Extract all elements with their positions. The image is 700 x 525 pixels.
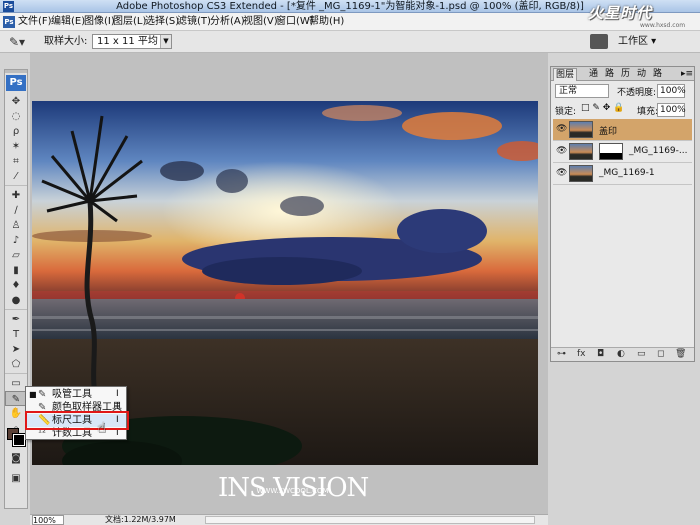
layers-footer: ⊶ fx ◘ ◐ ▭ ◻ 🗑 (551, 347, 694, 361)
mouse-cursor-icon: ☝ (97, 420, 106, 436)
menu-view[interactable]: 视图(V) (243, 15, 278, 29)
highlight-box (25, 411, 129, 430)
fill-input[interactable]: 100% (657, 103, 686, 117)
trash-icon[interactable]: 🗑 (675, 348, 686, 361)
tab-actions[interactable]: 动 (635, 68, 648, 81)
move-tool[interactable]: ✥ (5, 94, 27, 109)
lock-label: 锁定: (555, 107, 577, 117)
brush-tool[interactable]: ∕ (5, 203, 27, 218)
workspace-button[interactable]: 工作区 ▾ (618, 33, 660, 51)
fill-label: 填充: (637, 107, 659, 117)
layer-row[interactable]: 👁 _MG_1169-1 (553, 163, 692, 185)
stamp-tool[interactable]: ♙ (5, 218, 27, 233)
photo-caption-sub: WWW.SWCOOL.COM (256, 487, 329, 495)
eye-icon[interactable]: 👁 (556, 168, 567, 178)
layer-row[interactable]: 👁 盖印 (553, 119, 692, 141)
background-color-swatch[interactable] (12, 433, 26, 447)
mask-icon[interactable]: ◘ (597, 348, 604, 361)
menu-edit[interactable]: 编辑(E) (51, 15, 85, 29)
bridge-icon[interactable] (590, 34, 608, 49)
new-layer-icon[interactable]: ◻ (657, 348, 664, 361)
tab-paths[interactable]: 路 (603, 68, 616, 81)
eraser-tool[interactable]: ▱ (5, 248, 27, 263)
layer-mask-thumbnail[interactable] (599, 143, 623, 160)
slice-tool[interactable]: ⁄ (5, 169, 27, 184)
panel-menu-icon[interactable]: ▸≡ (679, 68, 695, 81)
screen-mode-icon[interactable]: ▣ (5, 471, 27, 486)
blend-mode-select[interactable]: 正常 (555, 84, 609, 98)
site-logo-subtext: www.hxsd.com (640, 22, 686, 29)
crop-tool[interactable]: ⌗ (5, 154, 27, 169)
eyedropper-tool[interactable]: ✎ (5, 391, 27, 406)
flyout-item-label: 吸管工具 (52, 389, 92, 400)
tab-history[interactable]: 历 (619, 68, 632, 81)
tab-layers[interactable]: 图层 (553, 68, 578, 81)
status-bar: 100% 文档:1.22M/3.97M (30, 514, 548, 525)
eye-icon[interactable]: 👁 (556, 146, 567, 156)
layer-thumbnail (569, 143, 593, 160)
link-icon[interactable]: ⊶ (557, 348, 566, 361)
panel-tabs: 图层 通 路 历 动 路 ▸≡ (551, 67, 694, 81)
menu-file[interactable]: 文件(F) (18, 15, 52, 29)
tab-paths-2[interactable]: 路 (651, 68, 664, 81)
healing-tool[interactable]: ✚ (5, 188, 27, 203)
history-brush-tool[interactable]: ♪ (5, 233, 27, 248)
type-tool[interactable]: T (5, 327, 27, 342)
sample-size-select[interactable]: 11 x 11 平均 ▼ (92, 34, 172, 49)
doc-size-info[interactable]: 文档:1.22M/3.97M (105, 515, 176, 525)
menu-select[interactable]: 选择(S) (145, 15, 179, 29)
toolbox: Ps ✥ ◌ ρ ✶ ⌗ ⁄ ✚ ∕ ♙ ♪ ▱ ▮ ♦ ● ✒ T ➤ ⬠ ▭… (4, 69, 28, 509)
menu-image[interactable]: 图像(I) (84, 15, 115, 29)
ps-logo: Ps (6, 75, 26, 91)
menu-help[interactable]: 帮助(H) (309, 15, 344, 29)
eyedropper-icon[interactable]: ✎▾ (9, 35, 25, 49)
options-bar: ✎▾ 取样大小: 11 x 11 平均 ▼ 工作区 ▾ (0, 31, 700, 53)
quick-mask-icon[interactable]: ◙ (5, 451, 27, 466)
hand-tool[interactable]: ✋ (5, 406, 27, 421)
fx-icon[interactable]: fx (577, 348, 586, 361)
menu-analysis[interactable]: 分析(A) (210, 15, 245, 29)
dodge-tool[interactable]: ● (5, 293, 27, 308)
adjustment-icon[interactable]: ◐ (617, 348, 625, 361)
marquee-tool[interactable]: ◌ (5, 109, 27, 124)
flyout-item-eyedropper[interactable]: ■ ✎ 吸管工具 I (26, 388, 126, 401)
pen-tool[interactable]: ✒ (5, 312, 27, 327)
sample-size-value: 11 x 11 平均 (97, 36, 158, 47)
eye-icon[interactable]: 👁 (556, 124, 567, 134)
layer-thumbnail (569, 165, 593, 182)
zoom-level-field[interactable]: 100% (32, 515, 64, 525)
layers-panel: 图层 通 路 历 动 路 ▸≡ 正常 不透明度: 100% 锁定: □ ✎ ✥ … (550, 66, 695, 362)
layer-thumbnail (569, 121, 593, 138)
tab-channels[interactable]: 通 (587, 68, 600, 81)
gradient-tool[interactable]: ▮ (5, 263, 27, 278)
opacity-input[interactable]: 100% (657, 84, 686, 98)
chevron-down-icon: ▼ (160, 35, 171, 48)
lock-icons[interactable]: □ ✎ ✥ 🔒 (581, 103, 624, 113)
toolbox-grip[interactable] (5, 70, 27, 73)
horizontal-scrollbar[interactable] (205, 516, 535, 524)
menu-filter[interactable]: 滤镜(T) (177, 15, 211, 29)
notes-tool[interactable]: ▭ (5, 376, 27, 391)
layer-name: _MG_1169-1 (599, 168, 655, 178)
shape-tool[interactable]: ⬠ (5, 357, 27, 372)
path-select-tool[interactable]: ➤ (5, 342, 27, 357)
lasso-tool[interactable]: ρ (5, 124, 27, 139)
layer-row[interactable]: 👁 _MG_1169-... (553, 141, 692, 163)
ps-menu-icon[interactable]: Ps (3, 16, 15, 28)
menu-layer[interactable]: 图层(L) (113, 15, 146, 29)
opacity-label: 不透明度: (617, 88, 657, 98)
folder-icon[interactable]: ▭ (637, 348, 646, 361)
magic-wand-tool[interactable]: ✶ (5, 139, 27, 154)
flyout-item-shortcut: I (116, 389, 119, 399)
layer-name: _MG_1169-... (629, 146, 688, 156)
layer-name: 盖印 (599, 127, 618, 137)
eyedropper-icon: ✎ (38, 389, 47, 400)
active-bullet-icon: ■ (29, 390, 37, 399)
blur-tool[interactable]: ♦ (5, 278, 27, 293)
sample-size-label: 取样大小: (44, 36, 88, 47)
